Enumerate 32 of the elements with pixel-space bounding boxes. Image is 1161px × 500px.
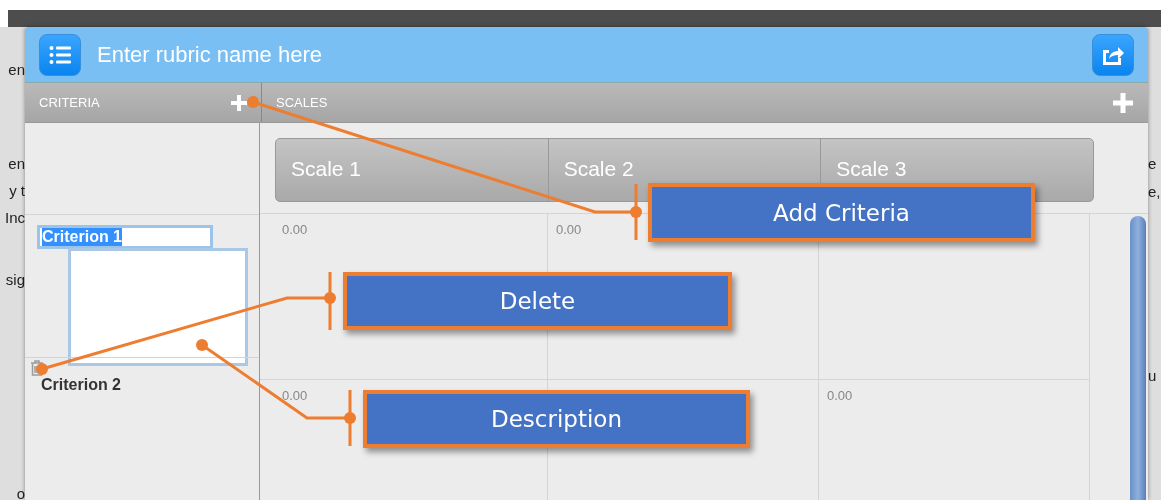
background-text: en [8, 61, 25, 78]
add-icon[interactable] [231, 94, 247, 111]
trash-icon[interactable] [30, 360, 44, 377]
score-value: 0.00 [282, 388, 308, 403]
list-icon [49, 44, 71, 65]
background-text: o [16, 485, 25, 500]
callout-text: Description [491, 406, 622, 432]
background-text: y t [9, 182, 25, 199]
scale-title[interactable]: Scale 3 [836, 157, 907, 180]
criterion-name-field[interactable]: Criterion 1 [37, 225, 213, 250]
background-text: e [1148, 155, 1157, 172]
background-text: en [8, 155, 25, 172]
background-text: Inc [5, 209, 25, 226]
description-field[interactable] [68, 248, 248, 367]
share-button[interactable] [1092, 33, 1134, 76]
callout-text: Add Criteria [773, 199, 910, 226]
background-text: sig [5, 271, 25, 288]
scales-label: SCALES [276, 95, 328, 110]
scale-title[interactable]: Scale 1 [291, 157, 362, 180]
rubric-name[interactable]: Enter rubric name here [97, 41, 1076, 68]
background-text: u [1148, 367, 1157, 384]
add-icon[interactable] [1113, 92, 1133, 113]
score-value: 0.00 [282, 222, 308, 237]
score-value: 0.00 [556, 222, 582, 237]
callout-text: Delete [499, 288, 576, 314]
background-text: e, [1148, 183, 1161, 200]
menu-button[interactable] [39, 33, 81, 76]
criterion-name[interactable]: Criterion 2 [41, 376, 121, 395]
criteria-label: CRITERIA [39, 95, 100, 110]
scrollbar-thumb[interactable] [1130, 216, 1146, 500]
score-value: 0.00 [827, 388, 853, 403]
scale-title[interactable]: Scale 2 [563, 157, 634, 180]
